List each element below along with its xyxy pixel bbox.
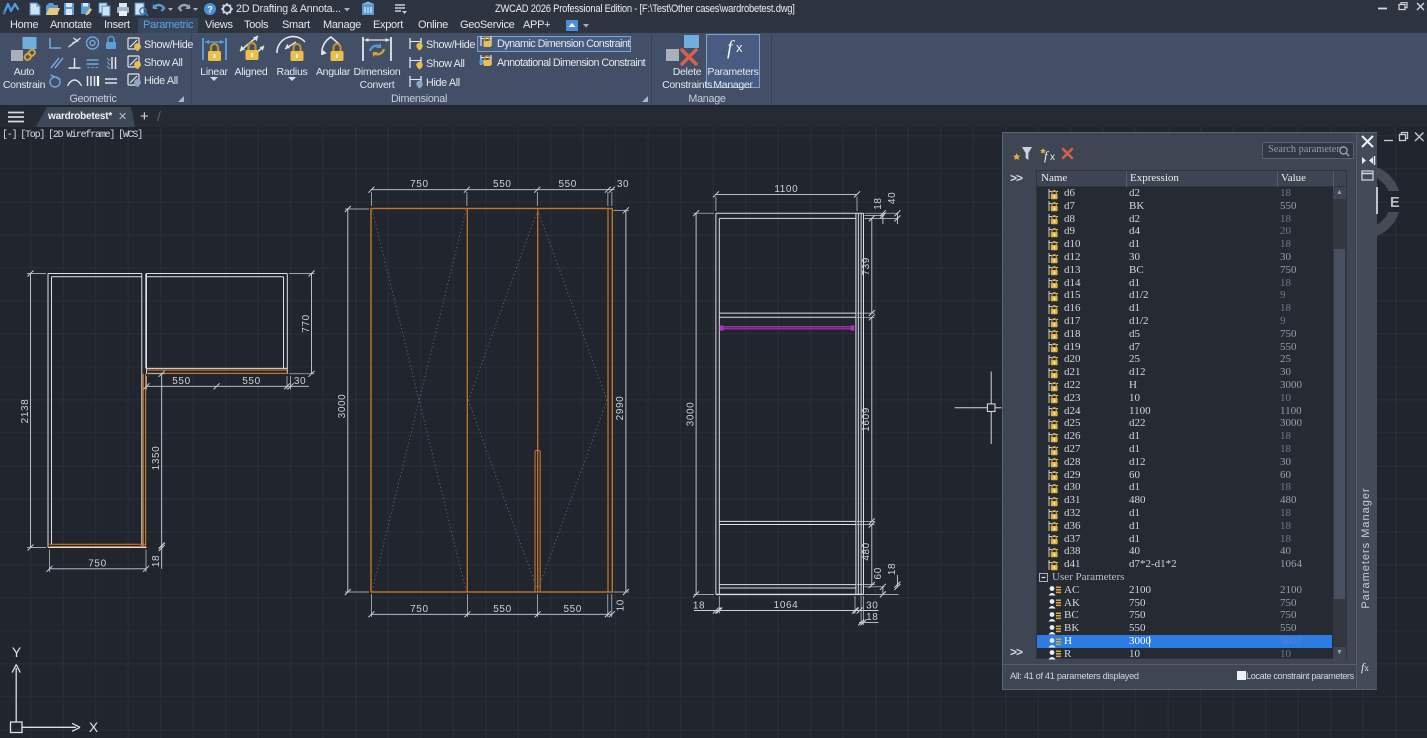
svg-text:750: 750 [410,179,429,190]
svg-text:550: 550 [558,179,577,190]
svg-text:550: 550 [493,179,512,190]
svg-text:f: f [727,37,735,59]
svg-text:18: 18 [866,612,878,623]
svg-text:750: 750 [88,558,107,569]
svg-text:1350: 1350 [151,446,162,471]
svg-text:10: 10 [615,599,626,611]
svg-text:550: 550 [172,376,191,387]
svg-text:40: 40 [887,192,898,204]
svg-text:Y: Y [12,644,22,660]
svg-text:1064: 1064 [774,600,799,611]
svg-text:750: 750 [410,604,429,615]
svg-text:18: 18 [151,555,162,567]
svg-text:30: 30 [866,600,878,611]
svg-text:480: 480 [861,542,872,561]
svg-text:18: 18 [887,563,898,575]
svg-text:E: E [1390,195,1400,211]
svg-text:1609: 1609 [861,407,872,432]
svg-text:550: 550 [242,376,261,387]
svg-text:?: ? [207,5,213,15]
svg-text:3000: 3000 [686,402,697,427]
svg-text:3000: 3000 [337,394,348,419]
svg-text:1100: 1100 [774,184,798,195]
svg-text:x: x [1050,152,1055,163]
svg-text:550: 550 [493,604,512,615]
svg-text:X: X [89,719,99,735]
svg-text:18: 18 [693,600,705,611]
svg-text:30: 30 [617,179,629,190]
svg-text:18: 18 [873,197,884,209]
svg-text:30: 30 [294,376,306,387]
svg-text:2990: 2990 [615,396,626,421]
svg-text:550: 550 [563,604,582,615]
svg-text:770: 770 [301,314,312,333]
svg-text:2138: 2138 [20,399,31,424]
svg-text:60: 60 [873,567,884,579]
svg-text:739: 739 [861,257,872,276]
svg-text:x: x [736,40,743,55]
